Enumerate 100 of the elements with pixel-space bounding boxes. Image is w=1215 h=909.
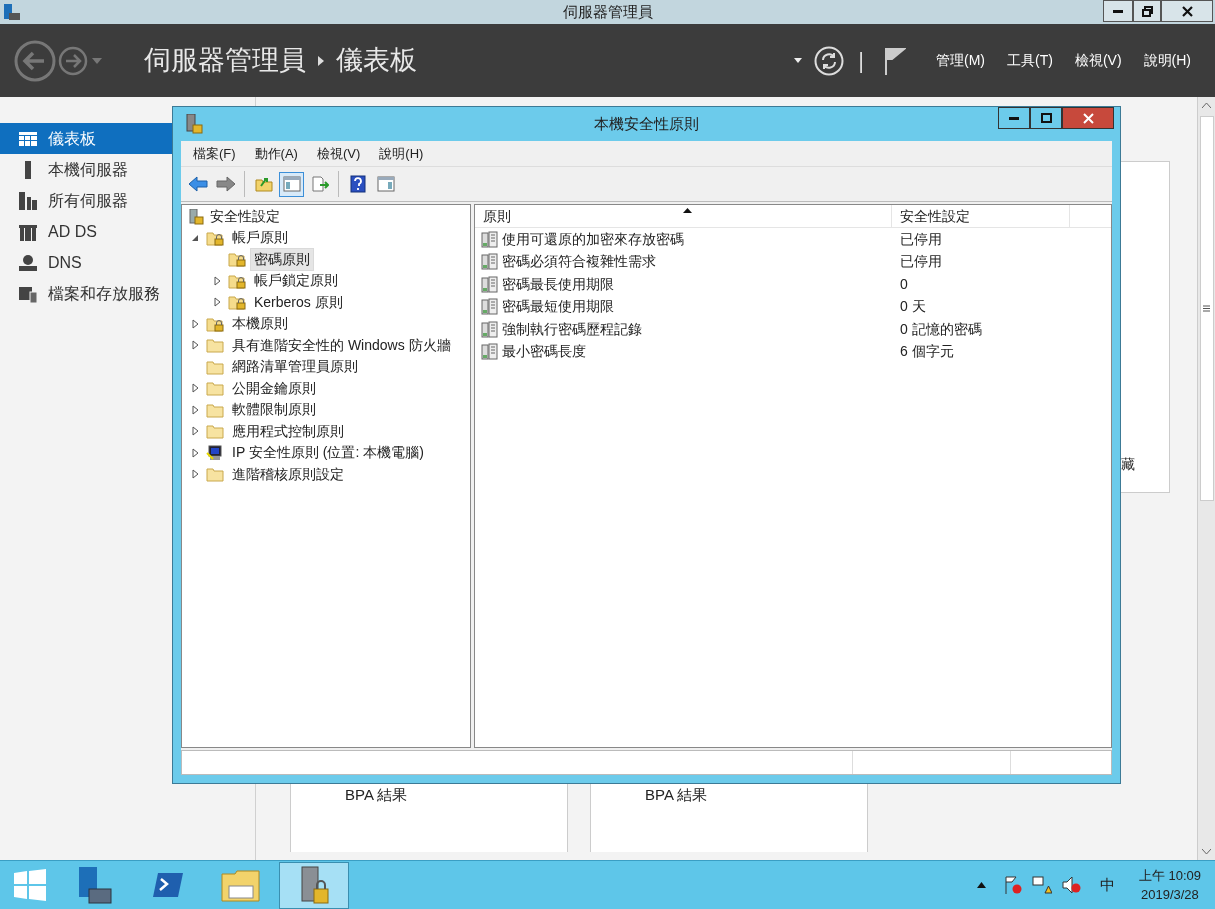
window-title: 伺服器管理員 [562,1,653,22]
server-toolbox-icon [77,865,113,905]
expand-arrow-icon[interactable] [191,404,199,415]
menu-item[interactable]: 檢視(V) [316,143,361,164]
close-button[interactable] [1062,107,1114,129]
tree-item[interactable]: IP 安全性原則 (位置: 本機電腦) [228,441,428,465]
server-lock-icon [298,865,330,905]
action-pane-icon [376,176,395,192]
server-rack-icon [19,222,37,241]
expand-arrow-icon[interactable] [191,383,199,394]
forward-arrow-icon [215,176,236,192]
close-button[interactable] [1161,0,1213,22]
scrollbar[interactable] [1197,97,1215,860]
collapse-arrow-icon[interactable] [191,233,199,242]
column-header[interactable]: 安全性設定 [892,205,1070,227]
folder-icon [206,337,224,354]
tile-text: 藏 [1121,456,1135,472]
close-icon [1181,5,1193,17]
policy-cell[interactable]: 密碼最長使用期限 [502,273,614,295]
header-menu-item[interactable]: 管理(M) [936,50,985,71]
expand-arrow-icon[interactable] [191,469,199,480]
tree-item[interactable]: 帳戶原則 [228,226,292,250]
network-warning-icon[interactable] [1031,876,1052,894]
minimize-icon [1009,116,1019,120]
speaker-muted-icon[interactable] [1061,876,1082,894]
restore-button[interactable] [1133,0,1161,22]
policy-cell[interactable]: 密碼最短使用期限 [502,296,614,318]
maximize-button[interactable] [1030,107,1062,129]
setting-cell-text: 0 天 [899,297,926,317]
policy-icon [481,253,498,271]
tree-item[interactable]: 密碼原則 [250,247,314,271]
expand-arrow-icon[interactable] [213,275,221,286]
server-lock-icon [185,114,203,134]
expand-arrow-icon[interactable] [191,447,199,458]
input-method-indicator[interactable]: 中 [1099,873,1115,897]
folder-up-icon [254,176,273,192]
policy-icon [481,275,498,293]
folder-icon [206,423,224,440]
tree-item[interactable]: 應用程式控制原則 [228,419,348,443]
forward-button[interactable] [58,45,88,76]
tree-item[interactable]: 網路清單管理員原則 [228,355,362,379]
show-hidden-icons-icon[interactable] [976,882,986,888]
breadcrumb-root[interactable]: 伺服器管理員 [144,40,306,81]
sidebar-item[interactable]: 儀表板 [0,123,172,154]
tree-item[interactable]: 安全性設定 [210,206,280,227]
policy-icon [481,298,498,316]
terminal-prompt-icon [152,871,184,899]
menu-item[interactable]: 檔案(F) [193,143,236,164]
policy-cell[interactable]: 強制執行密碼歷程記錄 [502,318,642,340]
expand-arrow-icon[interactable] [191,426,199,437]
clock[interactable]: 上午 10:09 2019/3/28 [1138,866,1201,904]
expand-arrow-icon[interactable] [191,318,199,329]
column-header[interactable]: 原則 [475,205,892,227]
locked-folder-icon [206,229,224,246]
locked-folder-icon [228,251,246,268]
windows-logo-icon [14,869,46,901]
restore-icon [1141,5,1153,17]
export-list-icon [310,176,329,192]
policy-icon [481,343,498,361]
menu-item[interactable]: 動作(A) [254,143,298,164]
refresh-button[interactable] [814,45,845,76]
taskbar-app[interactable] [279,861,349,909]
expand-arrow-icon[interactable] [213,297,221,308]
expand-arrow-icon[interactable] [191,340,199,351]
tree-item[interactable]: 具有進階安全性的 Windows 防火牆 [228,333,455,357]
dropdown-caret-icon[interactable] [794,58,803,63]
back-button[interactable] [14,39,56,82]
policy-cell[interactable]: 最小密碼長度 [502,341,586,363]
refresh-icon [814,45,845,76]
locked-folder-icon [206,315,224,332]
folder-icon [206,380,224,397]
menu-item[interactable]: 說明(H) [379,143,424,164]
header-menu-item[interactable]: 檢視(V) [1074,50,1122,71]
header-menu-item[interactable]: 工具(T) [1007,50,1053,71]
tree-item[interactable]: 本機原則 [228,312,292,336]
minimize-button[interactable] [998,107,1030,129]
minimize-icon [1113,9,1123,13]
server-lock-icon [188,208,204,225]
scroll-up-icon [1202,103,1211,108]
policy-cell[interactable]: 使用可還原的加密來存放密碼 [502,228,684,250]
policy-cell[interactable]: 密碼必須符合複雜性需求 [502,251,656,273]
locked-folder-icon [228,272,246,289]
tree-item[interactable]: 進階稽核原則設定 [228,462,348,486]
locked-folder-icon [228,294,246,311]
setting-cell-text: 6 個字元 [899,342,954,362]
scroll-down-icon [1202,849,1211,854]
minimize-button[interactable] [1103,0,1133,22]
folder-icon [206,358,224,375]
policy-icon [481,230,498,248]
breadcrumb-arrow-icon [318,55,324,66]
tile-label: BPA 結果 [345,786,408,803]
flag-error-icon[interactable] [1003,876,1022,894]
tree-item[interactable]: 軟體限制原則 [228,398,320,422]
flag-icon[interactable] [884,46,906,75]
folder-icon [206,466,224,483]
header-menu-item[interactable]: 說明(H) [1143,50,1191,71]
tree-item[interactable]: 公開金鑰原則 [228,376,320,400]
file-storage-icon [19,284,37,303]
setting-cell-text: 0 [899,274,908,294]
dashboard-grid-icon [19,131,37,146]
